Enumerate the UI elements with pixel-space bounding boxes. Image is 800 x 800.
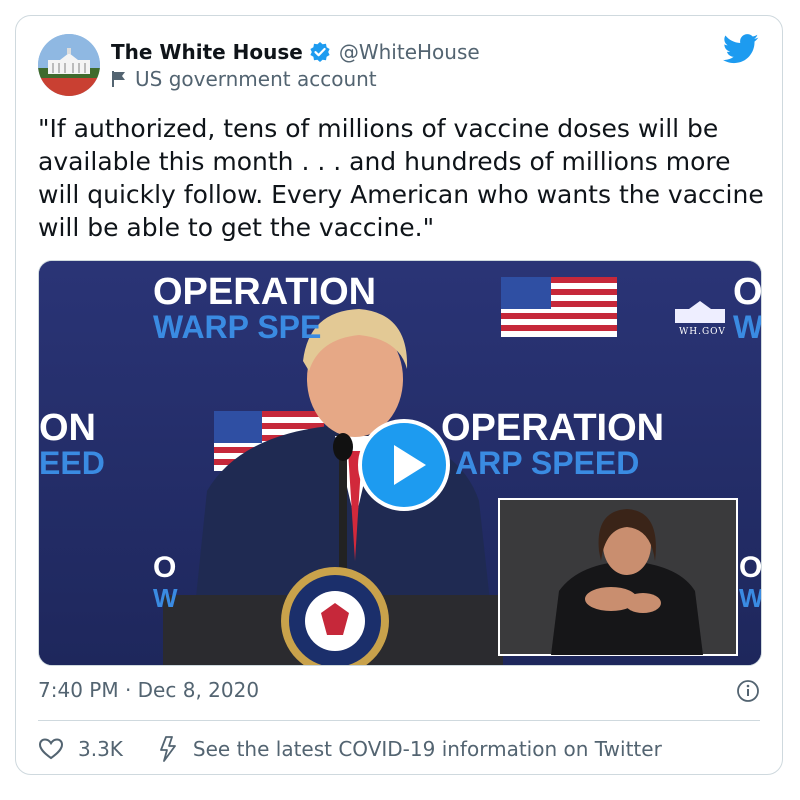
video-player[interactable]: OPERATION WARP SPE O W WH.GOV ON EED OPE… <box>38 260 762 666</box>
play-button[interactable] <box>358 419 450 511</box>
flag-icon <box>112 71 125 87</box>
twitter-bird-icon[interactable] <box>723 34 759 64</box>
play-icon <box>394 445 426 485</box>
backdrop-warp-speed-top: WARP SPE <box>153 309 322 345</box>
backdrop-operation-mid: OPERATION <box>441 407 665 449</box>
account-name-line: The White House @WhiteHouse <box>111 38 480 66</box>
white-house-icon <box>38 34 100 96</box>
backdrop-edge-w-right: W <box>739 583 762 613</box>
backdrop-edge-w-top: W <box>733 309 762 345</box>
american-flag-top <box>501 277 617 337</box>
like-count[interactable]: 3.3K <box>78 737 123 761</box>
covid-info-link[interactable]: See the latest COVID-19 information on T… <box>193 737 662 761</box>
backdrop-warp-speed-mid: ARP SPEED <box>455 445 640 481</box>
backdrop-operation-top: OPERATION <box>153 271 377 313</box>
account-name[interactable]: The White House <box>111 40 303 64</box>
backdrop-warp-speed-left: EED <box>39 445 105 481</box>
heart-icon[interactable] <box>38 737 64 761</box>
backdrop-edge-o-top: O <box>733 271 762 313</box>
tweet-card: The White House @WhiteHouse US governmen… <box>15 15 783 775</box>
info-icon[interactable] <box>736 679 760 703</box>
backdrop-edge-o-low: O <box>153 551 177 584</box>
lightning-icon[interactable] <box>157 736 179 762</box>
white-house-avatar[interactable] <box>38 34 100 96</box>
government-label: US government account <box>111 66 377 92</box>
tweet-text: "If authorized, tens of millions of vacc… <box>38 114 772 242</box>
tweet-timestamp[interactable]: 7:40 PM · Dec 8, 2020 <box>38 678 259 702</box>
backdrop-edge-w-low: W <box>153 583 178 613</box>
divider <box>38 720 760 721</box>
tweet-actions: 3.3K See the latest COVID-19 information… <box>38 734 768 764</box>
backdrop-operation-left: ON <box>39 407 96 449</box>
interpreter-inset <box>498 498 738 656</box>
wh-gov-label: WH.GOV <box>679 327 726 337</box>
government-label-text: US government account <box>135 67 377 91</box>
backdrop-edge-o-right: O <box>739 551 762 584</box>
account-handle[interactable]: @WhiteHouse <box>339 40 480 64</box>
verified-badge-icon <box>310 42 330 62</box>
